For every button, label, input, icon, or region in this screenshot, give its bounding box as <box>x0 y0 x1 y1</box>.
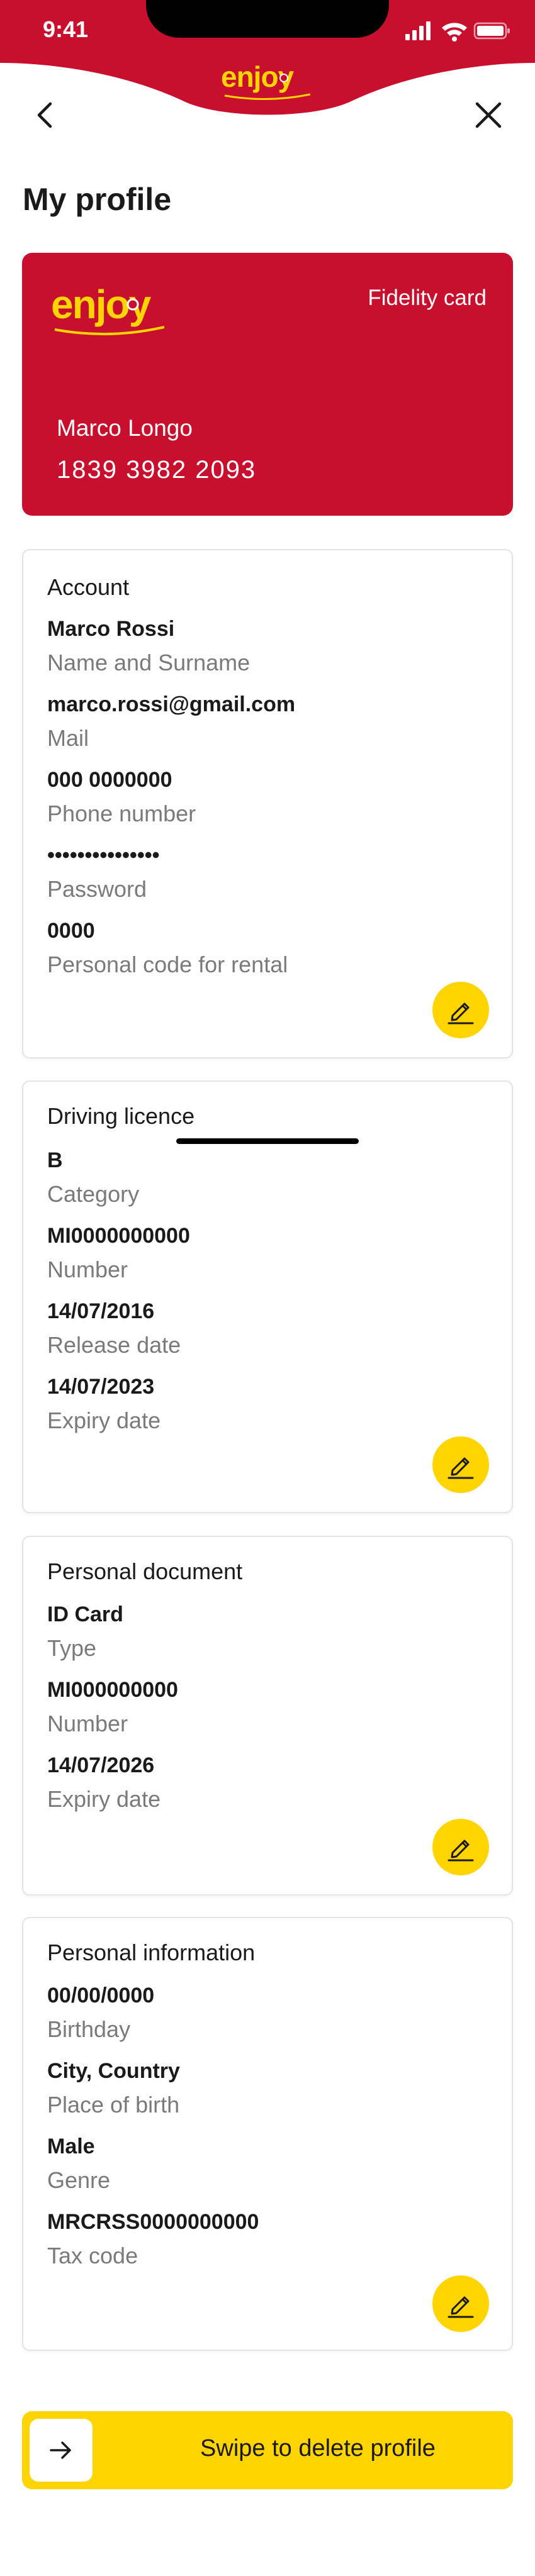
tax-code-label: Tax code <box>47 2243 138 2268</box>
wifi-icon <box>442 23 467 42</box>
card-type-label: Fidelity card <box>368 286 487 310</box>
device-notch <box>146 0 389 38</box>
app-header: 9:41 enjoy <box>0 0 535 132</box>
arrow-right-icon <box>50 2441 71 2459</box>
document-type-value: ID Card <box>47 1602 123 1626</box>
edit-document-button[interactable] <box>432 1819 489 1875</box>
document-number-value: MI000000000 <box>47 1678 178 1702</box>
pencil-icon <box>448 2296 474 2318</box>
edit-account-button[interactable] <box>432 982 489 1038</box>
pencil-icon <box>448 1002 474 1024</box>
status-icons <box>405 21 510 42</box>
edit-personal-info-button[interactable] <box>432 2275 489 2332</box>
licence-number-value: MI0000000000 <box>47 1224 190 1248</box>
status-bar: 9:41 <box>0 0 535 63</box>
birthplace-value: City, Country <box>47 2059 180 2083</box>
swipe-handle[interactable] <box>30 2419 93 2482</box>
swipe-delete-profile[interactable]: Swipe to delete profile <box>22 2411 513 2489</box>
swipe-delete-label: Swipe to delete profile <box>200 2435 436 2462</box>
document-number-label: Number <box>47 1711 128 1736</box>
licence-release-value: 14/07/2016 <box>47 1299 155 1323</box>
page-title: My profile <box>23 182 172 217</box>
name-label: Name and Surname <box>47 650 251 675</box>
pencil-icon <box>448 1457 474 1479</box>
licence-category-value: B <box>47 1148 63 1172</box>
personal-document-panel: Personal document ID Card Type MI0000000… <box>22 1536 513 1896</box>
licence-number-label: Number <box>47 1257 128 1282</box>
password-label: Password <box>47 876 147 902</box>
panel-title: Personal document <box>47 1558 243 1584</box>
status-time: 9:41 <box>43 16 89 42</box>
tax-code-value: MRCRSS0000000000 <box>47 2210 259 2234</box>
panel-title: Driving licence <box>47 1103 195 1129</box>
licence-expiry-value: 14/07/2023 <box>47 1375 155 1399</box>
card-holder-name: Marco Longo <box>57 415 193 441</box>
pencil-icon <box>448 1840 474 1862</box>
panel-title: Account <box>47 574 130 600</box>
rental-code-value: 0000 <box>47 919 95 943</box>
chevron-left-icon[interactable] <box>29 97 64 133</box>
rental-code-label: Personal code for rental <box>47 952 288 977</box>
licence-category-label: Category <box>47 1181 140 1207</box>
card-number: 1839 3982 2093 <box>57 456 257 484</box>
document-expiry-label: Expiry date <box>47 1786 161 1812</box>
document-expiry-value: 14/07/2026 <box>47 1753 155 1777</box>
driving-licence-panel: Driving licence B Category MI0000000000 … <box>22 1080 513 1513</box>
genre-label: Genre <box>47 2167 111 2193</box>
phone-label: Phone number <box>47 801 196 826</box>
mail-value: marco.rossi@gmail.com <box>47 692 296 716</box>
genre-value: Male <box>47 2135 95 2158</box>
birthday-label: Birthday <box>47 2016 131 2042</box>
birthday-value: 00/00/0000 <box>47 1984 155 2007</box>
edit-licence-button[interactable] <box>432 1436 489 1493</box>
account-panel: Account Marco Rossi Name and Surname mar… <box>22 549 513 1058</box>
fidelity-card[interactable]: enjoy Fidelity card Marco Longo 1839 398… <box>22 253 513 516</box>
phone-value: 000 0000000 <box>47 768 172 792</box>
mail-label: Mail <box>47 725 89 751</box>
personal-information-panel: Personal information 00/00/0000 Birthday… <box>22 1917 513 2351</box>
panel-title: Personal information <box>47 1940 256 1965</box>
battery-icon <box>473 22 510 40</box>
enjoy-logo: enjoy <box>221 60 311 100</box>
birthplace-label: Place of birth <box>47 2092 180 2118</box>
scroll-indicator[interactable] <box>176 1138 359 1144</box>
enjoy-card-logo: enjoy <box>51 282 165 336</box>
licence-release-label: Release date <box>47 1332 181 1358</box>
signal-icon <box>405 21 431 40</box>
name-value: Marco Rossi <box>47 617 175 641</box>
password-value: ••••••••••••••• <box>47 843 160 867</box>
licence-expiry-label: Expiry date <box>47 1407 161 1433</box>
document-type-label: Type <box>47 1635 97 1661</box>
close-icon[interactable] <box>471 97 506 133</box>
